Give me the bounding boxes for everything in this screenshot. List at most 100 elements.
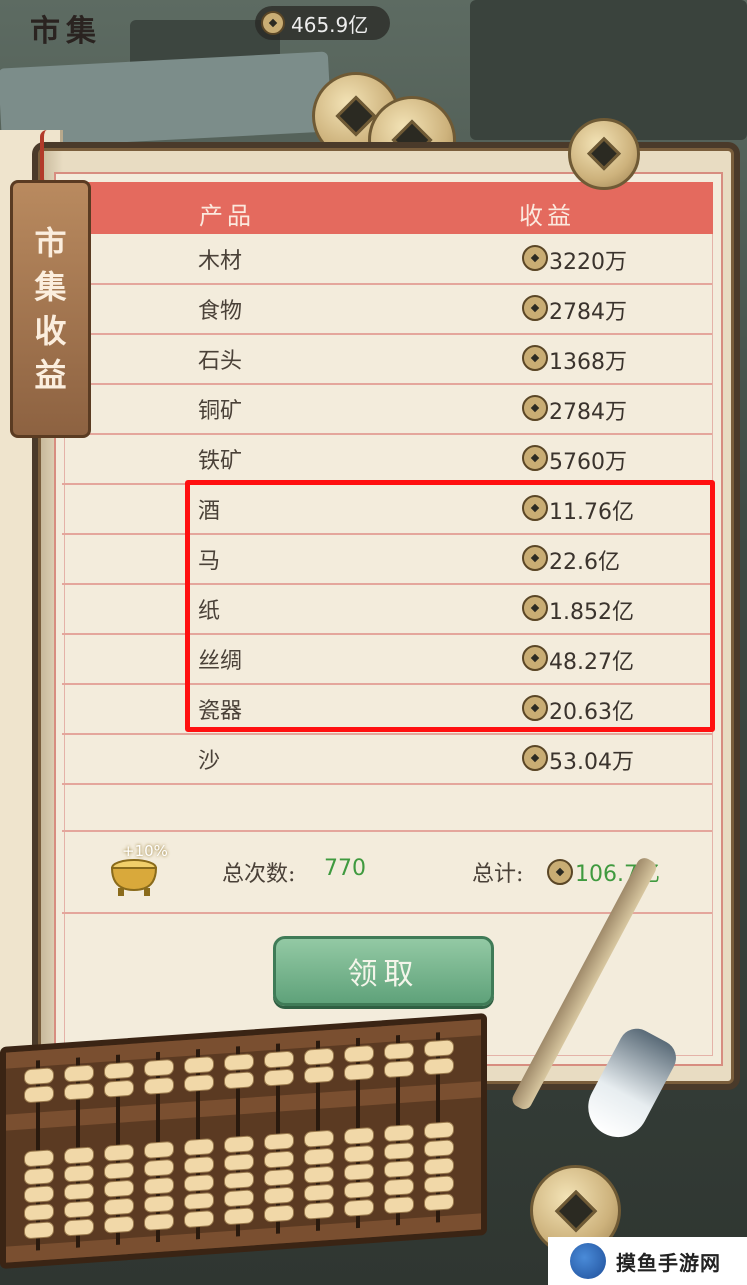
abacus-bead <box>384 1142 414 1161</box>
table-row: 铜矿 2784万 <box>62 383 712 435</box>
total-label: 总计: <box>472 862 524 887</box>
coin-icon <box>522 395 548 421</box>
coin-icon <box>547 859 573 885</box>
abacus-bead <box>344 1162 374 1181</box>
abacus-bead <box>384 1196 414 1215</box>
abacus-bead <box>104 1179 134 1198</box>
summary-row: +10% 总次数: 770 总计: 106.7亿 <box>62 830 712 914</box>
table-row: 沙 53.04万 <box>62 733 712 785</box>
abacus-bead <box>144 1158 174 1177</box>
abacus-bead <box>24 1221 54 1240</box>
decorative-coin-icon <box>568 118 640 190</box>
abacus-bead <box>424 1175 454 1194</box>
abacus-bead <box>144 1058 174 1077</box>
abacus-bead <box>384 1060 414 1079</box>
abacus-bead <box>264 1168 294 1187</box>
abacus-bead <box>384 1124 414 1143</box>
tag-char: 收 <box>34 312 67 350</box>
coin-icon <box>522 295 548 321</box>
abacus-bead <box>144 1176 174 1195</box>
abacus-bead <box>384 1160 414 1179</box>
abacus-bead <box>184 1174 214 1193</box>
abacus-bead <box>224 1153 254 1172</box>
abacus-bead <box>24 1167 54 1186</box>
abacus-bead <box>64 1218 94 1237</box>
abacus-bead <box>264 1150 294 1169</box>
income-value: 5760万 <box>549 450 627 475</box>
abacus-bead <box>64 1200 94 1219</box>
abacus-bead <box>104 1079 134 1098</box>
highlight-box <box>185 480 715 732</box>
abacus-bead <box>304 1065 334 1084</box>
total-count-label: 总次数: <box>222 862 296 887</box>
watermark-logo-icon <box>570 1243 606 1279</box>
abacus-bead <box>64 1164 94 1183</box>
abacus-bead <box>104 1161 134 1180</box>
abacus-bead <box>184 1210 214 1229</box>
income-value: 2784万 <box>549 400 627 425</box>
abacus-bead <box>24 1185 54 1204</box>
header-product: 产品 <box>199 202 255 230</box>
table-row: 木材 3220万 <box>62 233 712 285</box>
abacus-bead <box>104 1143 134 1162</box>
currency-display: 465.9亿 <box>255 6 390 40</box>
claim-button[interactable]: 领取 <box>273 936 494 1006</box>
abacus-bead <box>424 1193 454 1212</box>
abacus-bead <box>264 1068 294 1087</box>
tag-char: 集 <box>34 268 67 306</box>
income-value: 53.04万 <box>549 750 634 775</box>
abacus-bead <box>264 1186 294 1205</box>
abacus-bead <box>304 1201 334 1220</box>
table-row: 食物 2784万 <box>62 283 712 335</box>
abacus-bead <box>424 1121 454 1140</box>
abacus-bead <box>304 1047 334 1066</box>
total-count-value: 770 <box>324 856 366 881</box>
coin-icon <box>522 445 548 471</box>
abacus-bead <box>224 1135 254 1154</box>
product-name: 木材 <box>198 249 243 274</box>
tag-char: 市 <box>34 224 67 262</box>
abacus-bead <box>64 1064 94 1083</box>
abacus-bead <box>104 1197 134 1216</box>
abacus-bead <box>184 1138 214 1157</box>
abacus-bead <box>264 1050 294 1069</box>
abacus-bead <box>304 1147 334 1166</box>
table-row: 铁矿 5760万 <box>62 433 712 485</box>
coin-icon <box>522 745 548 771</box>
watermark: 摸鱼手游网 <box>548 1237 747 1285</box>
market-income-tag: 市 集 收 益 <box>10 180 91 438</box>
abacus-bead <box>144 1140 174 1159</box>
abacus-bead <box>144 1194 174 1213</box>
abacus-icon <box>0 1012 487 1270</box>
abacus-bead <box>104 1215 134 1234</box>
abacus-bead <box>424 1039 454 1058</box>
abacus-bead <box>384 1042 414 1061</box>
header-income: 收益 <box>519 202 575 230</box>
watermark-text: 摸鱼手游网 <box>616 1250 721 1275</box>
product-name: 铁矿 <box>198 449 243 474</box>
abacus-bead <box>224 1171 254 1190</box>
table-header: 产品 收益 <box>64 182 713 234</box>
income-value: 3220万 <box>549 250 627 275</box>
tag-char: 益 <box>34 356 67 394</box>
abacus-bead <box>24 1067 54 1086</box>
abacus-bead <box>184 1156 214 1175</box>
table-row: 石头 1368万 <box>62 333 712 385</box>
abacus-bead <box>424 1057 454 1076</box>
abacus-bead <box>184 1074 214 1093</box>
coin-icon <box>261 11 285 35</box>
abacus-bead <box>64 1182 94 1201</box>
abacus-bead <box>264 1132 294 1151</box>
abacus-bead <box>104 1061 134 1080</box>
abacus-bead <box>384 1178 414 1197</box>
abacus-bead <box>184 1056 214 1075</box>
abacus-bead <box>264 1204 294 1223</box>
coin-icon <box>522 245 548 271</box>
abacus-bead <box>344 1062 374 1081</box>
abacus-bead <box>424 1139 454 1158</box>
abacus-bead <box>24 1085 54 1104</box>
abacus-bead <box>224 1207 254 1226</box>
abacus-bead <box>64 1146 94 1165</box>
abacus-bead <box>344 1180 374 1199</box>
abacus-bead <box>304 1165 334 1184</box>
